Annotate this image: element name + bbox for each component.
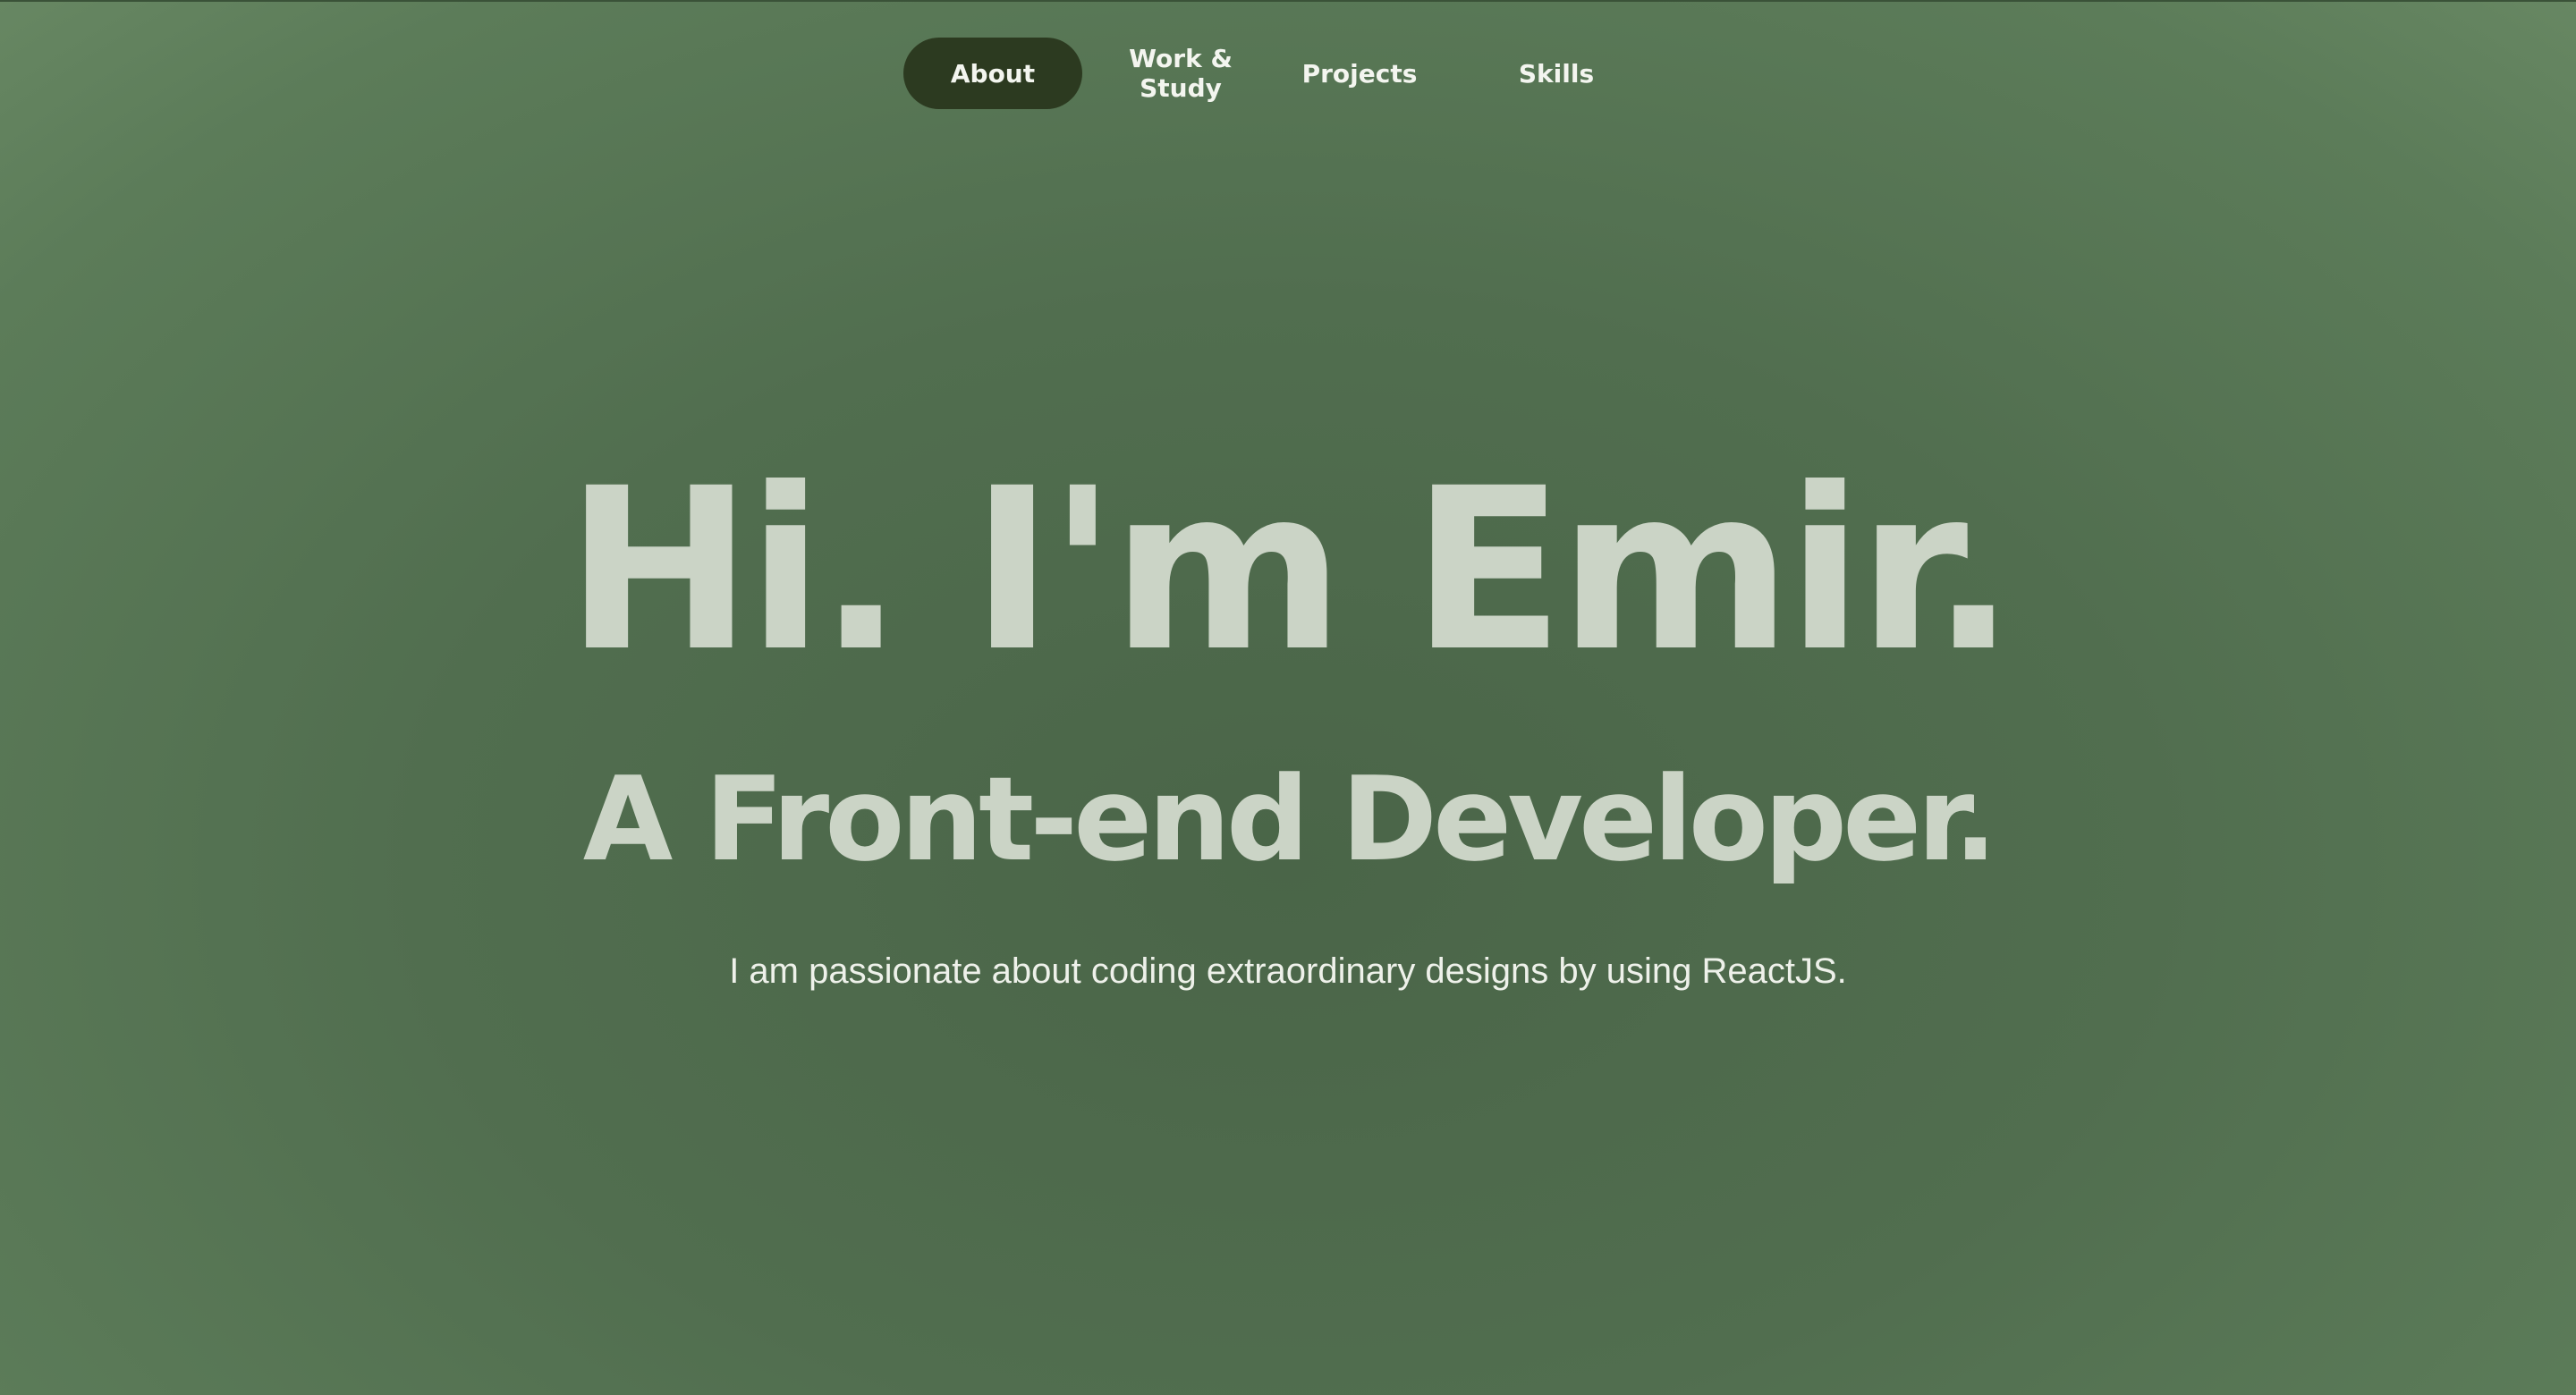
- nav-item-work-study[interactable]: Work & Study: [1118, 38, 1243, 109]
- hero-title: Hi. I'm Emir.: [565, 440, 2016, 700]
- nav-item-work-study-label-line2: Study: [1140, 73, 1222, 103]
- top-border: [0, 0, 2576, 2]
- nav-item-work-study-label-line1: Work &: [1129, 44, 1233, 73]
- nav-item-about-label: About: [950, 58, 1036, 89]
- hero-tagline: I am passionate about coding extraordina…: [729, 951, 1847, 991]
- nav-item-about[interactable]: About: [903, 38, 1082, 109]
- main-nav: About Work & Study Projects Skills: [903, 38, 1673, 109]
- nav-item-skills[interactable]: Skills: [1476, 38, 1637, 109]
- hero-subtitle: A Front-end Developer.: [582, 751, 1998, 887]
- nav-item-projects-label: Projects: [1301, 58, 1418, 89]
- nav-item-projects[interactable]: Projects: [1279, 38, 1440, 109]
- nav-item-skills-label: Skills: [1518, 58, 1595, 89]
- nav-item-work-study-label: Work & Study: [1129, 44, 1233, 103]
